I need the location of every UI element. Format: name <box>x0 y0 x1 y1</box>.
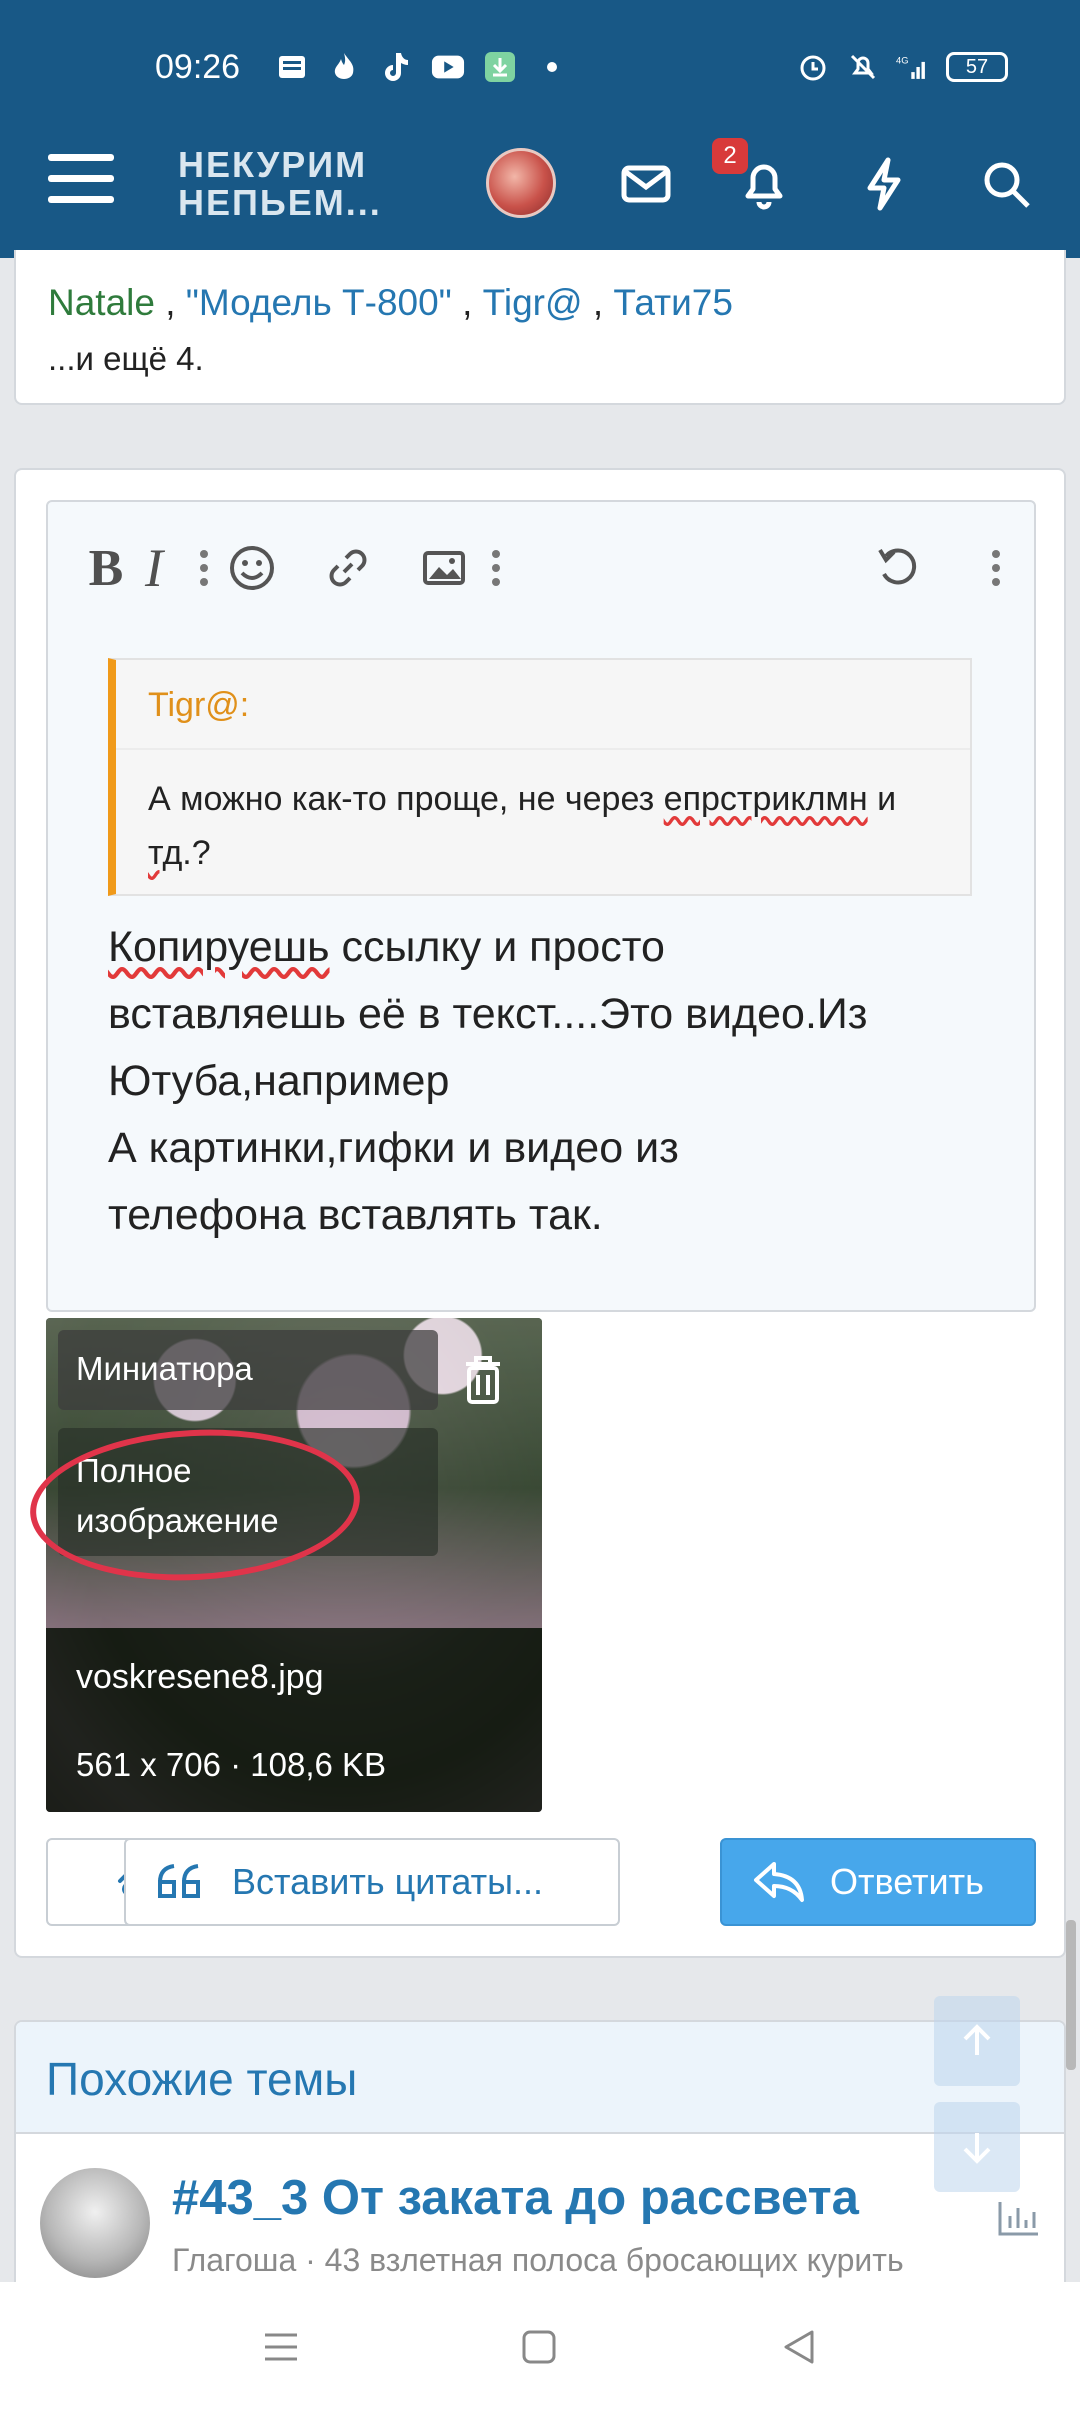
reply-button[interactable]: Ответить <box>720 1838 1036 1926</box>
page-scrollbar[interactable] <box>1066 1920 1076 2070</box>
likes-card: Natale , "Модель Т-800" , Tigr@ , Тати75… <box>14 250 1066 405</box>
liker-link[interactable]: Natale <box>48 282 155 323</box>
quote-author[interactable]: Tigr@: <box>148 686 249 725</box>
emoji-icon[interactable] <box>224 540 280 596</box>
recent-apps-icon[interactable] <box>256 2322 306 2372</box>
user-avatar[interactable] <box>486 148 556 218</box>
status-bar: 09:26 4G 57 <box>0 38 1080 98</box>
similar-threads: Похожие темы #43_3 От заката до рассвета… <box>14 2020 1066 2320</box>
more-options-icon[interactable] <box>968 540 1024 596</box>
link-icon[interactable] <box>320 540 376 596</box>
dot-icon <box>535 50 569 84</box>
scroll-up-button[interactable] <box>934 1996 1020 2086</box>
italic-button[interactable]: I <box>126 538 182 598</box>
status-time: 09:26 <box>155 48 241 86</box>
reply-form: B I Tigr@: А можно как-то проще, не чере… <box>14 468 1066 1958</box>
liker-link[interactable]: Тати75 <box>613 282 732 323</box>
scroll-down-button[interactable] <box>934 2102 1020 2192</box>
svg-text:4G: 4G <box>896 56 908 66</box>
notification-badge: 2 <box>712 138 748 174</box>
site-logo[interactable]: НЕКУРИМ НЕПЬЕМ... <box>178 146 382 222</box>
insert-thumbnail-option[interactable]: Миниатюра <box>58 1330 438 1410</box>
battery-indicator: 57 <box>946 52 1008 82</box>
site-nav: НЕКУРИМ НЕПЬЕМ... 2 <box>0 138 1080 230</box>
fire-icon <box>327 50 361 84</box>
more-insert-icon[interactable] <box>468 540 524 596</box>
editor-toolbar: B I <box>48 502 1034 632</box>
attachment-filesize: 561 x 706 · 108,6 KB <box>76 1746 387 1783</box>
attachment-info: voskresene8.jpg 561 x 706 · 108,6 KB <box>46 1628 542 1812</box>
quote-block: Tigr@: А можно как-то проще, не через еп… <box>108 658 972 896</box>
likers-list: Natale , "Модель Т-800" , Tigr@ , Тати75 <box>48 282 733 323</box>
insert-quotes-button[interactable]: Вставить цитаты... <box>124 1838 620 1926</box>
top-header: 09:26 4G 57 НЕКУРИМ НЕПЬЕМ... 2 <box>0 0 1080 258</box>
download-icon <box>483 50 517 84</box>
similar-threads-header: Похожие темы <box>16 2022 1064 2134</box>
image-icon[interactable] <box>416 540 472 596</box>
signal-icon: 4G <box>896 50 930 84</box>
liker-link[interactable]: "Модель Т-800" <box>186 282 452 323</box>
undo-icon[interactable] <box>870 540 926 596</box>
reply-icon <box>754 1862 804 1902</box>
arrow-down-icon <box>963 2133 991 2164</box>
back-icon[interactable] <box>774 2322 824 2372</box>
quote-text: А можно как-то проще, не через епрстрикл… <box>148 780 897 872</box>
stats-icon <box>996 2198 1040 2238</box>
thread-meta: Глагоша · 43 взлетная полоса бросающих к… <box>172 2242 904 2278</box>
mute-bell-icon <box>846 50 880 84</box>
tiktok-icon <box>379 50 413 84</box>
home-icon[interactable] <box>514 2322 564 2372</box>
system-navigation-bar <box>0 2282 1080 2412</box>
more-likers-link[interactable]: ...и ещё 4. <box>48 340 204 378</box>
arrow-up-icon <box>963 2024 991 2055</box>
trash-icon[interactable] <box>458 1352 508 1408</box>
quote-icon <box>158 1864 200 1898</box>
mail-icon[interactable] <box>614 152 678 216</box>
rich-text-editor[interactable]: B I Tigr@: А можно как-то проще, не чере… <box>46 500 1036 1312</box>
thread-title-link[interactable]: #43_3 От заката до рассвета <box>172 2170 859 2226</box>
message-body[interactable]: Копируешь ссылку и просто вставляешь её … <box>108 914 1008 1249</box>
alarm-icon <box>796 50 830 84</box>
news-icon <box>275 50 309 84</box>
search-icon[interactable] <box>974 152 1038 216</box>
menu-icon[interactable] <box>48 154 114 210</box>
lightning-icon[interactable] <box>852 152 916 216</box>
attachment-filename: voskresene8.jpg <box>76 1658 324 1696</box>
liker-link[interactable]: Tigr@ <box>483 282 583 323</box>
thread-author-avatar[interactable] <box>40 2168 150 2278</box>
youtube-icon <box>431 50 465 84</box>
